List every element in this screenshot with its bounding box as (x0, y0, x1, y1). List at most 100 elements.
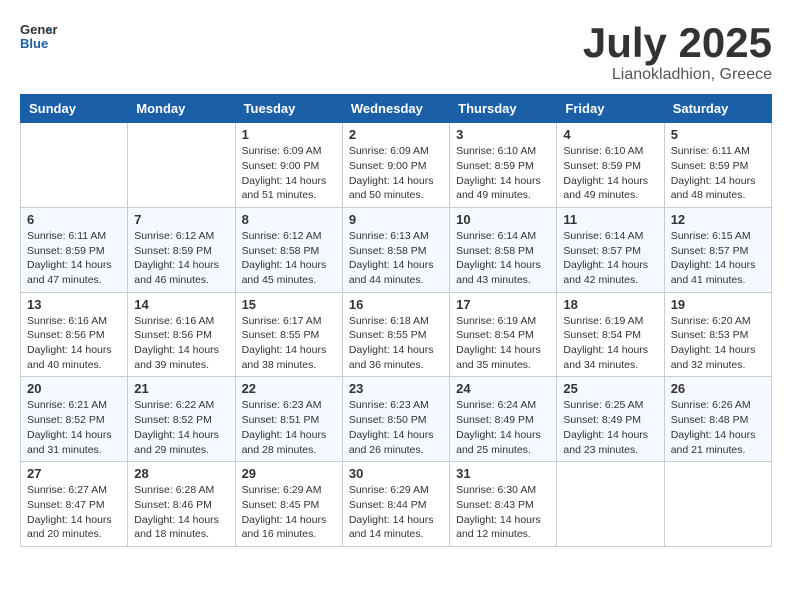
sunrise-text: Sunrise: 6:14 AM (563, 229, 657, 244)
day-info: Sunrise: 6:17 AMSunset: 8:55 PMDaylight:… (242, 314, 336, 373)
day-number: 29 (242, 466, 336, 481)
day-number: 18 (563, 297, 657, 312)
sunset-text: Sunset: 8:54 PM (456, 328, 550, 343)
day-info: Sunrise: 6:25 AMSunset: 8:49 PMDaylight:… (563, 398, 657, 457)
day-info: Sunrise: 6:22 AMSunset: 8:52 PMDaylight:… (134, 398, 228, 457)
day-info: Sunrise: 6:19 AMSunset: 8:54 PMDaylight:… (563, 314, 657, 373)
sunrise-text: Sunrise: 6:13 AM (349, 229, 443, 244)
table-row: 9Sunrise: 6:13 AMSunset: 8:58 PMDaylight… (342, 207, 449, 292)
location-title: Lianokladhion, Greece (583, 66, 772, 84)
table-row (128, 123, 235, 208)
table-row: 21Sunrise: 6:22 AMSunset: 8:52 PMDayligh… (128, 377, 235, 462)
logo: General Blue (20, 20, 58, 58)
daylight-text: Daylight: 14 hours and 25 minutes. (456, 428, 550, 457)
daylight-text: Daylight: 14 hours and 47 minutes. (27, 258, 121, 287)
sunset-text: Sunset: 8:49 PM (563, 413, 657, 428)
day-info: Sunrise: 6:27 AMSunset: 8:47 PMDaylight:… (27, 483, 121, 542)
day-info: Sunrise: 6:29 AMSunset: 8:44 PMDaylight:… (349, 483, 443, 542)
col-monday: Monday (128, 95, 235, 123)
calendar-table: Sunday Monday Tuesday Wednesday Thursday… (20, 94, 772, 547)
table-row: 22Sunrise: 6:23 AMSunset: 8:51 PMDayligh… (235, 377, 342, 462)
sunset-text: Sunset: 8:46 PM (134, 498, 228, 513)
day-number: 23 (349, 381, 443, 396)
day-number: 28 (134, 466, 228, 481)
table-row: 11Sunrise: 6:14 AMSunset: 8:57 PMDayligh… (557, 207, 664, 292)
table-row: 10Sunrise: 6:14 AMSunset: 8:58 PMDayligh… (450, 207, 557, 292)
day-info: Sunrise: 6:10 AMSunset: 8:59 PMDaylight:… (563, 144, 657, 203)
day-number: 3 (456, 127, 550, 142)
sunrise-text: Sunrise: 6:11 AM (27, 229, 121, 244)
sunset-text: Sunset: 8:57 PM (671, 244, 765, 259)
sunrise-text: Sunrise: 6:10 AM (563, 144, 657, 159)
sunrise-text: Sunrise: 6:28 AM (134, 483, 228, 498)
col-thursday: Thursday (450, 95, 557, 123)
daylight-text: Daylight: 14 hours and 28 minutes. (242, 428, 336, 457)
sunset-text: Sunset: 8:52 PM (27, 413, 121, 428)
calendar-header-row: Sunday Monday Tuesday Wednesday Thursday… (21, 95, 772, 123)
table-row: 18 Sunrise: 6:19 AMSunset: 8:54 PMDayligh… (557, 292, 664, 377)
sunrise-text: Sunrise: 6:27 AM (27, 483, 121, 498)
sunrise-text: Sunrise: 6:12 AM (242, 229, 336, 244)
daylight-text: Daylight: 14 hours and 44 minutes. (349, 258, 443, 287)
day-info: Sunrise: 6:15 AMSunset: 8:57 PMDaylight:… (671, 229, 765, 288)
table-row: 15 Sunrise: 6:17 AMSunset: 8:55 PMDayligh… (235, 292, 342, 377)
table-row: 6Sunrise: 6:11 AMSunset: 8:59 PMDaylight… (21, 207, 128, 292)
sunrise-text: Sunrise: 6:23 AM (349, 398, 443, 413)
col-wednesday: Wednesday (342, 95, 449, 123)
logo-icon: General Blue (20, 20, 58, 58)
sunset-text: Sunset: 8:56 PM (27, 328, 121, 343)
day-number: 15 (242, 297, 336, 312)
col-friday: Friday (557, 95, 664, 123)
day-info: Sunrise: 6:11 AMSunset: 8:59 PMDaylight:… (671, 144, 765, 203)
table-row: 13Sunrise: 6:16 AMSunset: 8:56 PMDayligh… (21, 292, 128, 377)
day-info: Sunrise: 6:24 AMSunset: 8:49 PMDaylight:… (456, 398, 550, 457)
daylight-text: Daylight: 14 hours and 41 minutes. (671, 258, 765, 287)
sunset-text: Sunset: 8:50 PM (349, 413, 443, 428)
month-title: July 2025 (583, 20, 772, 66)
table-row: 29 Sunrise: 6:29 AMSunset: 8:45 PMDayligh… (235, 462, 342, 547)
sunset-text: Sunset: 8:59 PM (27, 244, 121, 259)
sunrise-text: Sunrise: 6:24 AM (456, 398, 550, 413)
day-number: 16 (349, 297, 443, 312)
sunrise-text: Sunrise: 6:16 AM (134, 314, 228, 329)
table-row: 7Sunrise: 6:12 AMSunset: 8:59 PMDaylight… (128, 207, 235, 292)
daylight-text: Daylight: 14 hours and 50 minutes. (349, 174, 443, 203)
sunset-text: Sunset: 8:52 PM (134, 413, 228, 428)
sunrise-text: Sunrise: 6:25 AM (563, 398, 657, 413)
day-number: 2 (349, 127, 443, 142)
day-info: Sunrise: 6:14 AMSunset: 8:58 PMDaylight:… (456, 229, 550, 288)
table-row: 23Sunrise: 6:23 AMSunset: 8:50 PMDayligh… (342, 377, 449, 462)
day-number: 31 (456, 466, 550, 481)
sunset-text: Sunset: 8:55 PM (242, 328, 336, 343)
table-row: 31Sunrise: 6:30 AMSunset: 8:43 PMDayligh… (450, 462, 557, 547)
daylight-text: Daylight: 14 hours and 31 minutes. (27, 428, 121, 457)
sunset-text: Sunset: 8:59 PM (563, 159, 657, 174)
daylight-text: Daylight: 14 hours and 29 minutes. (134, 428, 228, 457)
col-saturday: Saturday (664, 95, 771, 123)
day-info: Sunrise: 6:26 AMSunset: 8:48 PMDaylight:… (671, 398, 765, 457)
day-info: Sunrise: 6:14 AMSunset: 8:57 PMDaylight:… (563, 229, 657, 288)
week-row-5: 27Sunrise: 6:27 AMSunset: 8:47 PMDayligh… (21, 462, 772, 547)
table-row: 3Sunrise: 6:10 AMSunset: 8:59 PMDaylight… (450, 123, 557, 208)
col-tuesday: Tuesday (235, 95, 342, 123)
table-row (664, 462, 771, 547)
day-number: 1 (242, 127, 336, 142)
day-info: Sunrise: 6:21 AMSunset: 8:52 PMDaylight:… (27, 398, 121, 457)
table-row: 2Sunrise: 6:09 AMSunset: 9:00 PMDaylight… (342, 123, 449, 208)
day-number: 7 (134, 212, 228, 227)
table-row (21, 123, 128, 208)
table-row: 30Sunrise: 6:29 AMSunset: 8:44 PMDayligh… (342, 462, 449, 547)
day-info: Sunrise: 6:29 AMSunset: 8:45 PMDaylight:… (242, 483, 336, 542)
day-info: Sunrise: 6:11 AMSunset: 8:59 PMDaylight:… (27, 229, 121, 288)
week-row-1: 1Sunrise: 6:09 AMSunset: 9:00 PMDaylight… (21, 123, 772, 208)
col-sunday: Sunday (21, 95, 128, 123)
table-row: 28Sunrise: 6:28 AMSunset: 8:46 PMDayligh… (128, 462, 235, 547)
sunset-text: Sunset: 8:57 PM (563, 244, 657, 259)
table-row: 20Sunrise: 6:21 AMSunset: 8:52 PMDayligh… (21, 377, 128, 462)
daylight-text: Daylight: 14 hours and 46 minutes. (134, 258, 228, 287)
day-number: 13 (27, 297, 121, 312)
table-row: 26Sunrise: 6:26 AMSunset: 8:48 PMDayligh… (664, 377, 771, 462)
daylight-text: Daylight: 14 hours and 51 minutes. (242, 174, 336, 203)
day-number: 8 (242, 212, 336, 227)
sunset-text: Sunset: 8:59 PM (134, 244, 228, 259)
